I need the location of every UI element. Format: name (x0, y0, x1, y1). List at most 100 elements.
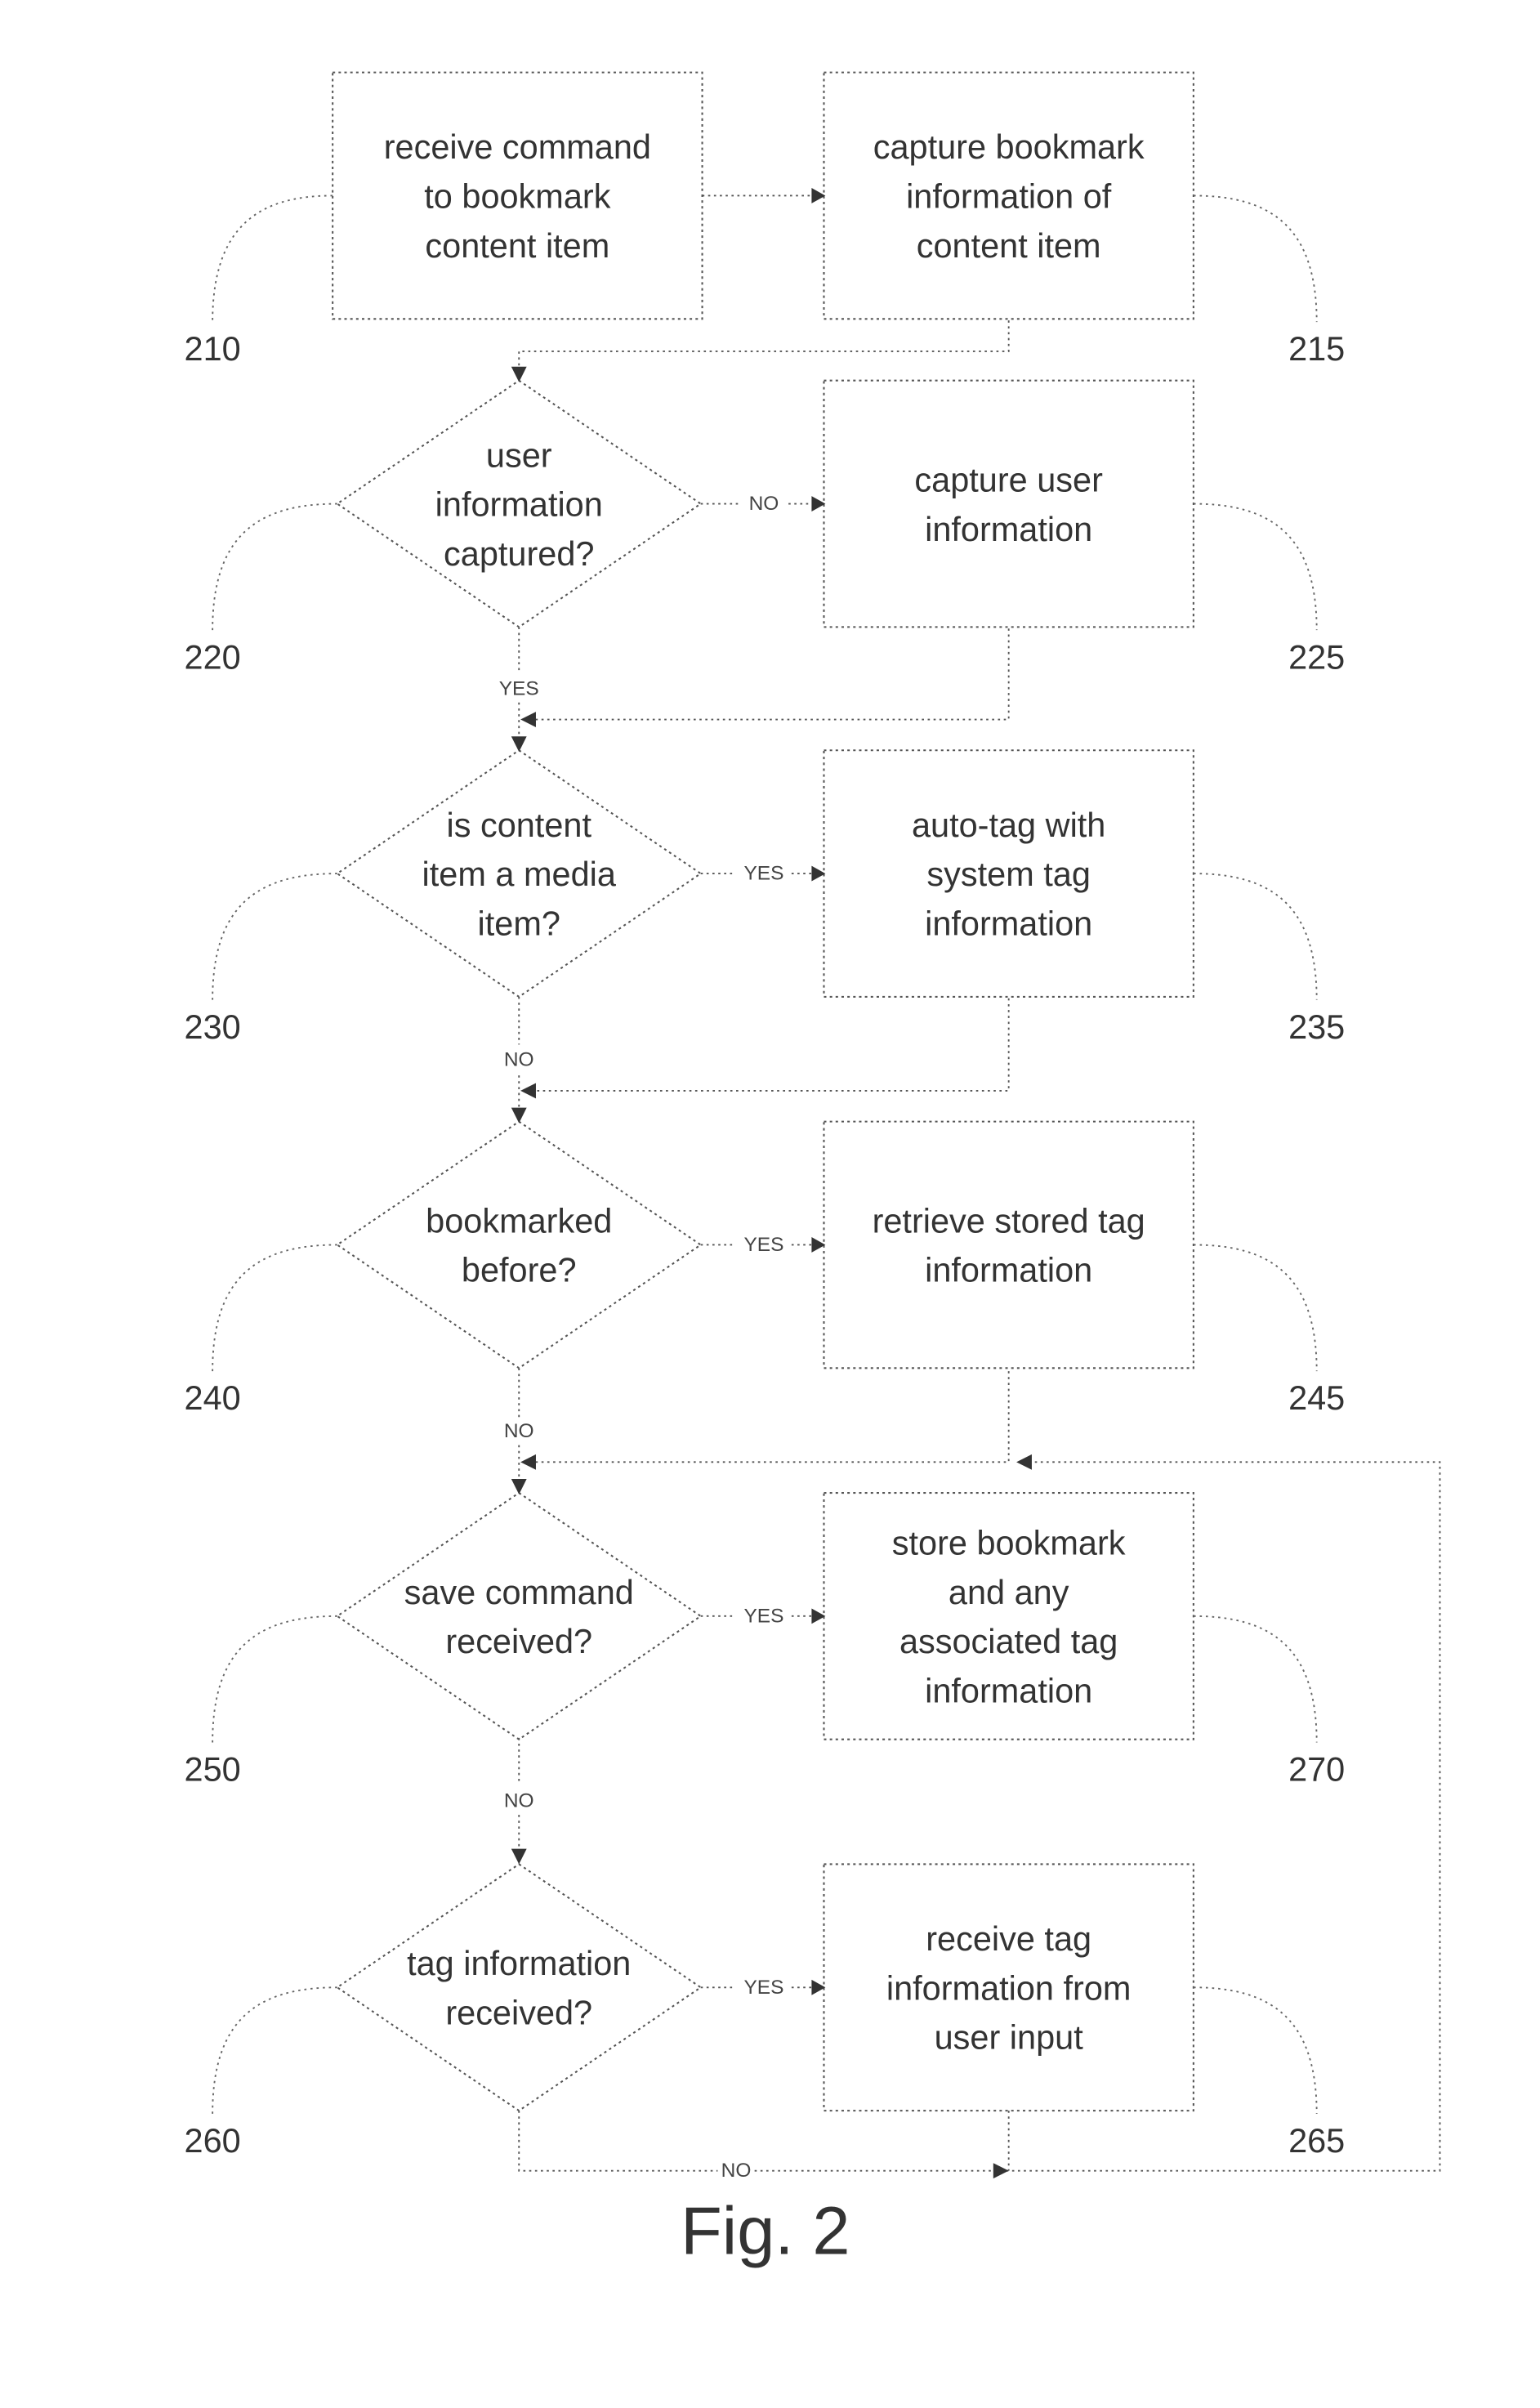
node-text-line: bookmarked (426, 1201, 612, 1240)
decision-node-260: tag information received? (335, 1863, 703, 2112)
node-text-line: and any (949, 1573, 1069, 1611)
figure-label: Fig. 2 (681, 2192, 850, 2268)
reference-leader-230 (212, 873, 337, 1000)
branch-label-d230-no: NO (504, 1049, 534, 1071)
reference-leader-245 (1193, 1244, 1318, 1372)
reference-leader-265 (1193, 1986, 1318, 2114)
node-text-line: auto-tag with (912, 806, 1105, 844)
node-text-line: associated tag (899, 1622, 1118, 1660)
process-box (823, 1120, 1194, 1369)
node-text-line: receive tag (926, 1919, 1091, 1958)
reference-number-245: 245 (1288, 1378, 1345, 1417)
node-text-line: save command (404, 1573, 634, 1611)
arrowhead-icon (511, 736, 527, 753)
node-text-line: capture user (914, 460, 1103, 498)
node-text-line: content item (917, 226, 1101, 265)
arrowhead-icon (520, 1454, 536, 1470)
branch-label-d260-no: NO (721, 2160, 752, 2182)
arrowhead-icon (511, 1107, 527, 1124)
reference-number-265: 265 (1288, 2121, 1345, 2160)
node-text-line: to bookmark (424, 177, 610, 216)
edge-260-loop (518, 1461, 1441, 2172)
reference-number-210: 210 (185, 329, 241, 368)
node-text-line: information (925, 1251, 1092, 1289)
process-box (823, 379, 1194, 628)
node-text-line: before? (462, 1251, 577, 1289)
reference-number-250: 250 (185, 1750, 241, 1789)
process-node-235: auto-tag with system tag information (823, 749, 1194, 998)
node-text-line: information of (906, 177, 1112, 216)
node-text-line: information (925, 510, 1092, 548)
reference-number-230: 230 (185, 1007, 241, 1046)
branch-label-d240-yes: YES (743, 1234, 783, 1256)
process-node-210: receive command to bookmark content item (332, 71, 703, 320)
edge-235-240 (531, 998, 1010, 1092)
node-text-line: item? (478, 904, 560, 942)
arrowhead-icon (993, 2163, 1009, 2179)
branch-label-d230-yes: YES (743, 863, 783, 885)
reference-number-260: 260 (185, 2121, 241, 2160)
reference-number-225: 225 (1288, 637, 1345, 676)
reference-leader-215 (1193, 194, 1318, 323)
edge-245-250 (531, 1371, 1010, 1463)
decision-diamond (335, 1863, 703, 2112)
node-text-line: information (435, 485, 603, 524)
reference-leader-250 (212, 1615, 337, 1743)
decision-node-240: bookmarked before? (335, 1120, 703, 1369)
node-text-line: store bookmark (892, 1523, 1126, 1561)
process-node-270: store bookmark and any associated tag infor… (823, 1491, 1194, 1740)
arrowhead-icon (511, 1848, 527, 1865)
branch-label-d250-no: NO (504, 1790, 534, 1812)
decision-node-250: save command received? (335, 1491, 703, 1740)
reference-leader-260 (212, 1986, 337, 2114)
arrowhead-icon (1016, 1454, 1032, 1470)
branch-label-d220-no: NO (749, 493, 779, 515)
reference-number-235: 235 (1288, 1007, 1345, 1046)
process-node-265: receive tag information from user input (823, 1863, 1194, 2112)
reference-leader-270 (1193, 1615, 1318, 1743)
node-text-line: received? (445, 1994, 592, 2032)
flowchart: receive commandto bookmarkcontent itemca… (185, 71, 1441, 2268)
reference-leader-240 (212, 1244, 337, 1372)
reference-number-220: 220 (185, 637, 241, 676)
decision-node-230: is content item a media item? (335, 748, 703, 998)
process-node-225: capture user information (823, 379, 1194, 628)
node-text-line: received? (445, 1622, 592, 1660)
reference-leaders (212, 194, 1318, 2114)
decision-diamond (335, 1491, 703, 1740)
edge-215-220 (518, 320, 1010, 370)
node-text-line: capture bookmark (873, 127, 1145, 166)
reference-leader-210 (212, 194, 333, 323)
decision-node-220: user information captured? (335, 379, 703, 628)
arrowhead-icon (511, 366, 527, 382)
node-text-line: information from (886, 1968, 1132, 2007)
node-text-line: captured? (444, 534, 594, 573)
branch-label-d250-yes: YES (743, 1605, 783, 1627)
node-text-line: system tag (926, 855, 1090, 893)
node-text-line: retrieve stored tag (873, 1201, 1145, 1240)
node-text-line: information (925, 904, 1092, 942)
process-node-245: retrieve stored tag information (823, 1120, 1194, 1369)
reference-number-270: 270 (1288, 1750, 1345, 1789)
node-text-line: is content (447, 806, 592, 844)
node-text-line: information (925, 1671, 1092, 1709)
arrowhead-icon (520, 1083, 536, 1099)
node-text-line: content item (425, 226, 609, 265)
node-text-line: user (486, 436, 552, 474)
reference-leader-235 (1193, 873, 1318, 1000)
arrowhead-icon (511, 1479, 527, 1494)
reference-leader-220 (212, 503, 337, 631)
decision-diamond (335, 1120, 703, 1369)
reference-number-240: 240 (185, 1378, 241, 1417)
node-text-line: user input (935, 2018, 1084, 2057)
node-text-line: tag information (407, 1944, 631, 1982)
branch-label-d220-yes: YES (499, 677, 539, 699)
reference-number-215: 215 (1288, 329, 1345, 368)
branch-label-d240-no: NO (504, 1420, 534, 1442)
reference-leader-225 (1193, 503, 1318, 631)
node-text-line: receive command (384, 127, 651, 166)
process-node-215: capture bookmark information of content it… (823, 71, 1194, 320)
arrowhead-icon (520, 712, 536, 727)
node-text-line: item a media (422, 855, 617, 893)
edge-225-230 (531, 628, 1010, 721)
